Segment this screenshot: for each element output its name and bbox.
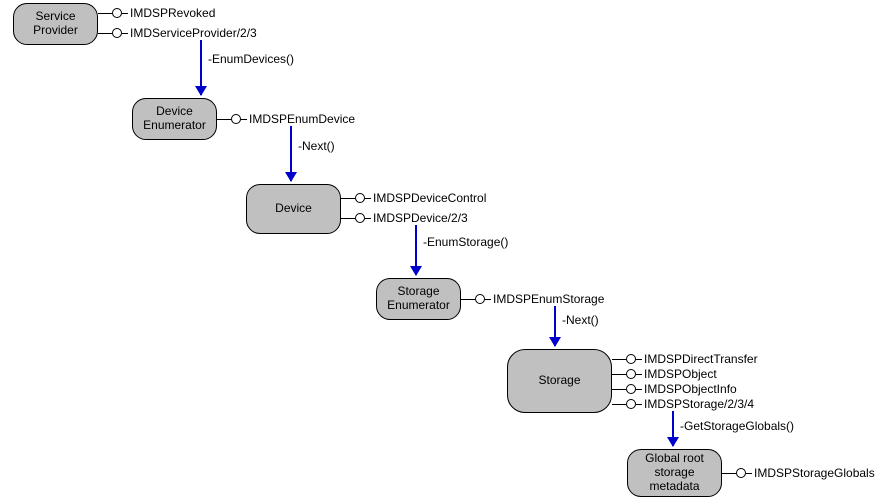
interface-imdspenumdevice: IMDSPEnumDevice	[217, 113, 355, 125]
node-global-root-label: Global rootstoragemetadata	[645, 452, 704, 493]
interface-imdspdevice: IMDSPDevice/2/3	[341, 212, 468, 224]
diagram-stage: ServiceProvider IMDSPRevoked IMDServiceP…	[0, 0, 888, 504]
node-device-label: Device	[275, 202, 312, 216]
lollipop-icon	[355, 193, 365, 203]
node-storage-enumerator: StorageEnumerator	[376, 278, 461, 320]
interface-imdspenumdevice-label: IMDSPEnumDevice	[249, 112, 355, 126]
interface-imdsprevoked-label: IMDSPRevoked	[130, 6, 215, 20]
arrow-enumdevices	[200, 40, 202, 95]
arrow-enumstorage	[415, 225, 417, 275]
node-service-provider: ServiceProvider	[13, 3, 98, 45]
interface-imdspdevice-label: IMDSPDevice/2/3	[373, 211, 468, 225]
lollipop-icon	[626, 384, 636, 394]
interface-imdspenumstorage-label: IMDSPEnumStorage	[493, 292, 604, 306]
arrow-next-2	[554, 306, 556, 346]
interface-imdspdevicecontrol-label: IMDSPDeviceControl	[373, 191, 486, 205]
node-storage: Storage	[507, 349, 612, 413]
interface-imdspobjectinfo-label: IMDSPObjectInfo	[644, 382, 737, 396]
interface-imdspdevicecontrol: IMDSPDeviceControl	[341, 192, 486, 204]
node-device-enumerator: DeviceEnumerator	[132, 98, 217, 140]
arrow-enumdevices-label: -EnumDevices()	[208, 52, 294, 66]
arrow-getstorageglobals	[672, 411, 674, 446]
interface-imdspenumstorage: IMDSPEnumStorage	[461, 293, 604, 305]
lollipop-icon	[736, 468, 746, 478]
lollipop-icon	[475, 294, 485, 304]
interface-imdspdirecttransfer-label: IMDSPDirectTransfer	[644, 352, 758, 366]
lollipop-icon	[626, 399, 636, 409]
node-global-root: Global rootstoragemetadata	[627, 449, 722, 497]
lollipop-icon	[112, 8, 122, 18]
lollipop-icon	[626, 369, 636, 379]
arrow-getstorageglobals-label: -GetStorageGlobals()	[680, 419, 794, 433]
interface-imdspobjectinfo: IMDSPObjectInfo	[612, 383, 737, 395]
interface-imdspobject-label: IMDSPObject	[644, 367, 717, 381]
lollipop-icon	[112, 28, 122, 38]
node-service-provider-label: ServiceProvider	[33, 10, 78, 38]
interface-imdspstorage: IMDSPStorage/2/3/4	[612, 398, 754, 410]
node-device-enumerator-label: DeviceEnumerator	[143, 105, 206, 133]
arrow-enumstorage-label: -EnumStorage()	[423, 235, 508, 249]
interface-imdspstorageglobals: IMDSPStorageGlobals	[722, 467, 875, 479]
interface-imdserviceprovider: IMDServiceProvider/2/3	[98, 27, 257, 39]
arrow-next-2-label: -Next()	[562, 313, 599, 327]
interface-imdspstorageglobals-label: IMDSPStorageGlobals	[754, 466, 875, 480]
interface-imdsprevoked: IMDSPRevoked	[98, 7, 215, 19]
interface-imdspdirecttransfer: IMDSPDirectTransfer	[612, 353, 758, 365]
node-device: Device	[246, 184, 341, 234]
lollipop-icon	[231, 114, 241, 124]
lollipop-icon	[626, 354, 636, 364]
interface-imdserviceprovider-label: IMDServiceProvider/2/3	[130, 26, 257, 40]
arrow-next-1-label: -Next()	[298, 139, 335, 153]
interface-imdspobject: IMDSPObject	[612, 368, 717, 380]
interface-imdspstorage-label: IMDSPStorage/2/3/4	[644, 397, 754, 411]
node-storage-label: Storage	[538, 374, 580, 388]
node-storage-enumerator-label: StorageEnumerator	[387, 285, 450, 313]
arrow-next-1	[290, 126, 292, 181]
lollipop-icon	[355, 213, 365, 223]
